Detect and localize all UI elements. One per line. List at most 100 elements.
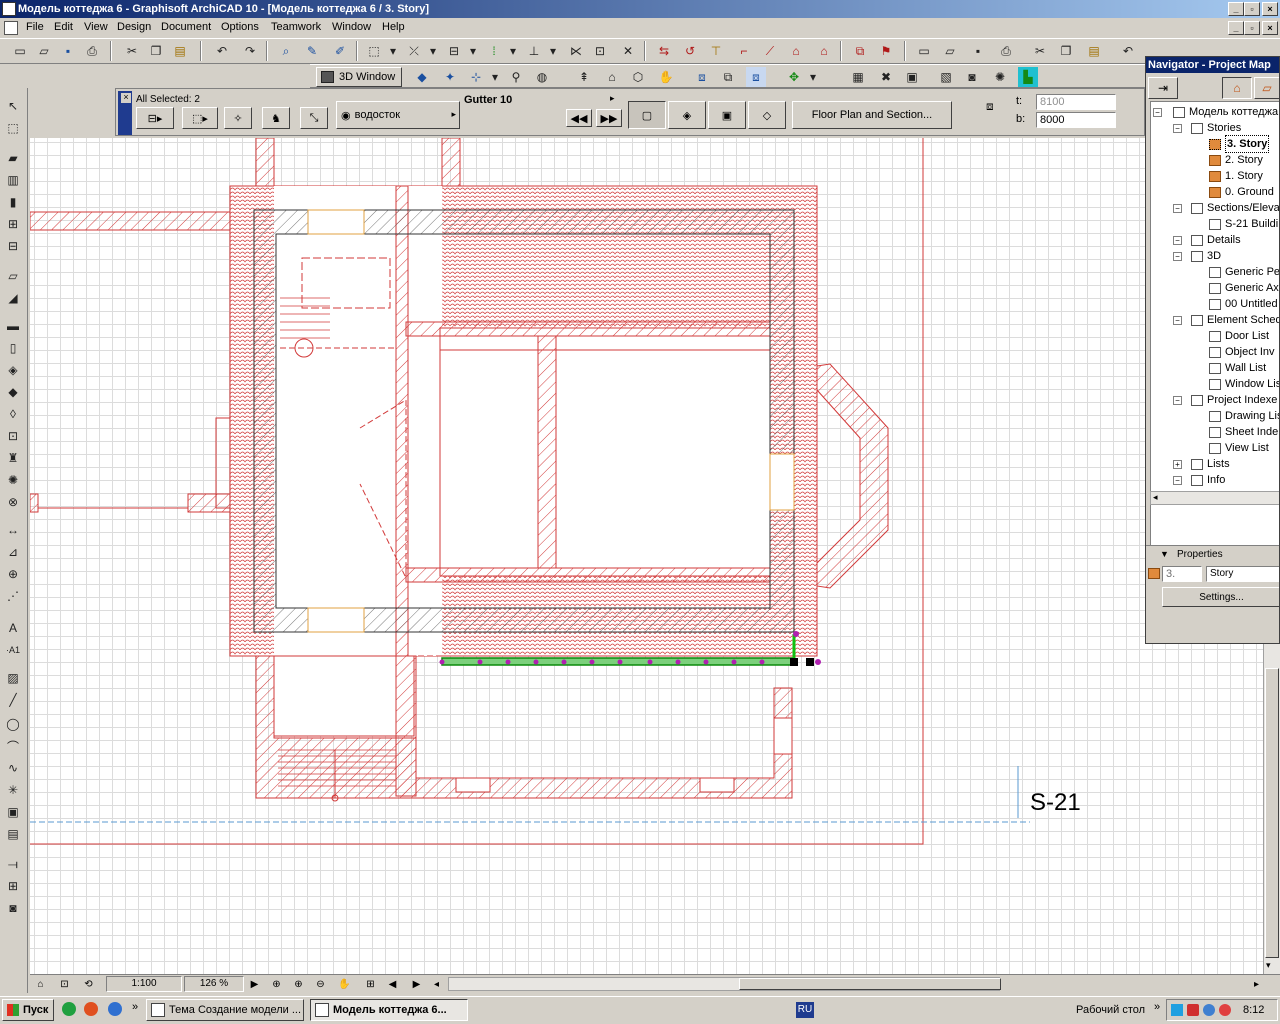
line-tool-icon[interactable]: ╱ (3, 690, 23, 710)
tree-item[interactable]: Project Indexe (1191, 392, 1277, 408)
tree-expander-icon[interactable]: − (1173, 396, 1182, 405)
story-name-field[interactable]: Story (1206, 566, 1279, 582)
offset-icon[interactable]: ⊟ (444, 41, 464, 61)
chevron-down-icon[interactable]: ▾ (428, 41, 438, 61)
undo-icon[interactable]: ↶ (212, 41, 232, 61)
display-mode-3-button[interactable]: ▣ (708, 101, 746, 129)
doc-close-button[interactable]: × (1262, 21, 1278, 35)
taskbar-task-forum[interactable]: Тема Создание модели ... (146, 999, 304, 1021)
cut-icon[interactable]: ✂ (122, 41, 142, 61)
quicklaunch-ie-icon[interactable] (108, 1002, 122, 1016)
settings-chair-button[interactable]: ♞ (262, 107, 290, 129)
zoom-out-icon[interactable]: ⊖ (312, 976, 329, 992)
3d-navigator-icon[interactable]: ✦ (440, 67, 460, 87)
group-icon[interactable]: ⧉ (850, 41, 870, 61)
mark-icon[interactable]: ✕ (618, 41, 638, 61)
tree-item[interactable]: 3. Story (1209, 135, 1270, 153)
sun-icon[interactable]: ✺ (990, 67, 1010, 87)
radial-dim-tool-icon[interactable]: ⊿ (3, 542, 23, 562)
selection-method-button[interactable]: ⬚▸ (182, 107, 218, 129)
tree-item[interactable]: Info (1191, 472, 1225, 488)
tree-expander-icon[interactable]: − (1153, 108, 1162, 117)
tree-item[interactable]: Generic Ax (1209, 280, 1279, 296)
stair-tool-icon[interactable]: ⊟ (3, 236, 23, 256)
split-icon[interactable]: ⌂ (786, 41, 806, 61)
menu-edit[interactable]: Edit (54, 21, 73, 33)
mesh-tool-icon[interactable]: ◈ (3, 360, 23, 380)
taskbar-task-archicad[interactable]: Модель коттеджа 6... (310, 999, 468, 1021)
hand-icon[interactable]: ✋ (656, 67, 676, 87)
tree-expander-icon[interactable]: − (1173, 236, 1182, 245)
drag-icon[interactable]: ⇆ (654, 41, 674, 61)
3d-window-button[interactable]: 3D Window (316, 67, 402, 87)
menu-help[interactable]: Help (382, 21, 405, 33)
document-icon[interactable] (4, 21, 18, 35)
language-indicator[interactable]: RU (796, 1002, 814, 1018)
tree-item[interactable]: Sections/Eleva (1191, 200, 1279, 216)
tree-item[interactable]: Sheet Inde (1209, 424, 1278, 440)
scale-field[interactable]: 1:100 (106, 976, 182, 992)
elevate-icon[interactable]: ⌐ (734, 41, 754, 61)
copy-3d-icon[interactable]: ⧉ (718, 67, 738, 87)
project-map-tab-icon[interactable]: ⌂ (1222, 77, 1252, 99)
tree-item[interactable]: Wall List (1209, 360, 1266, 376)
3d-view-icon[interactable]: ▣ (902, 67, 922, 87)
lamp-tool-icon[interactable]: ✺ (3, 470, 23, 490)
chevron-down-icon[interactable]: ▾ (548, 41, 558, 61)
zone-tool-icon[interactable]: ◊ (3, 404, 23, 424)
doc-minimize-button[interactable]: _ (1228, 21, 1244, 35)
magic-wand-icon[interactable]: ⬚ (364, 41, 384, 61)
tree-expander-icon[interactable]: − (1173, 204, 1182, 213)
adjust-icon[interactable]: ⌂ (814, 41, 834, 61)
menu-file[interactable]: File (26, 21, 44, 33)
tree-item[interactable]: Element Sched (1191, 312, 1279, 328)
view-map-tab-icon[interactable]: ▱ (1254, 77, 1279, 99)
tree-expander-icon[interactable]: − (1173, 476, 1182, 485)
level-dim-tool-icon[interactable]: ⊕ (3, 564, 23, 584)
hotspot-tool-icon[interactable]: ✳ (3, 780, 23, 800)
tree-item[interactable]: 0. Ground (1209, 184, 1274, 200)
persp-icon[interactable]: ⬡ (628, 67, 648, 87)
elevation-dim-tool-icon[interactable]: ⋰ (3, 586, 23, 606)
cut-plane-icon[interactable]: ✖ (876, 67, 896, 87)
print-layout-icon[interactable]: ⎙ (996, 41, 1016, 61)
slab-tool-icon[interactable]: ▱ (3, 266, 23, 286)
polyline-tool-icon[interactable]: ⌒ (3, 736, 23, 756)
tree-expander-icon[interactable]: + (1173, 460, 1182, 469)
mirror-button[interactable]: ⤡ (300, 107, 328, 129)
open-layout-icon[interactable]: ▱ (940, 41, 960, 61)
trim-icon[interactable]: ⤫ (404, 41, 424, 61)
object-tool-icon[interactable]: ⊡ (3, 426, 23, 446)
properties-header[interactable]: ▼ Properties (1146, 545, 1279, 565)
open-file-icon[interactable]: ▱ (34, 41, 54, 61)
tree-item[interactable]: 1. Story (1209, 168, 1263, 184)
selected-3d-icon[interactable]: ⧈ (746, 67, 766, 87)
syringe-icon[interactable]: ✐ (330, 41, 350, 61)
menu-window[interactable]: Window (332, 21, 371, 33)
view-icon[interactable]: ⊡ (56, 976, 73, 992)
menu-document[interactable]: Document (161, 21, 211, 33)
quicklaunch-browser-icon[interactable] (62, 1002, 76, 1016)
scroll-right-icon[interactable]: ▸ (1248, 976, 1265, 992)
print-icon[interactable]: ⎙ (82, 41, 102, 61)
infobox-close-icon[interactable]: × (121, 93, 131, 103)
undo2-icon[interactable]: ↶ (1118, 41, 1138, 61)
save-layout-icon[interactable]: ▪ (968, 41, 988, 61)
camera-move-icon[interactable]: ⇞ (574, 67, 594, 87)
chevron-down-icon[interactable]: ▾ (388, 41, 398, 61)
cut2-icon[interactable]: ✂ (1030, 41, 1050, 61)
navigator-title[interactable]: Navigator - Project Map (1146, 57, 1279, 73)
new-layout-icon[interactable]: ▭ (914, 41, 934, 61)
beam-tool-icon[interactable]: ▬ (3, 316, 23, 336)
vertical-scrollbar-thumb[interactable] (1265, 668, 1279, 958)
next-zoom-icon[interactable]: ▶ (408, 976, 425, 992)
fit-window-icon[interactable]: ⊞ (362, 976, 379, 992)
section-tool-icon[interactable]: ⟞ (3, 854, 23, 874)
scrollbar-thumb[interactable] (739, 978, 1001, 990)
doc-restore-button[interactable]: ▫ (1244, 21, 1260, 35)
navigator-toggle-icon[interactable]: ▙ (1018, 67, 1038, 87)
tree-item[interactable]: S-21 Buildin (1209, 216, 1279, 232)
chevron-right-icon[interactable]: ▸ (610, 93, 615, 104)
desktop-toolbar-label[interactable]: Рабочий стол (1076, 1004, 1145, 1016)
mirror-icon[interactable]: ⊤ (706, 41, 726, 61)
